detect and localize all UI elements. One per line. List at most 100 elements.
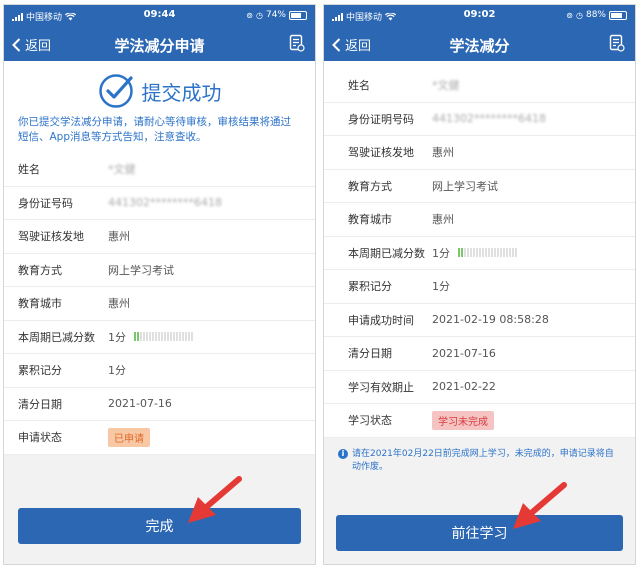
status-right: ⊚ ◷ 88% [566, 10, 627, 20]
info-row: 身份证号码 441302********6418 [4, 187, 315, 220]
progress-segment [488, 248, 490, 258]
row-value: 2021-07-16 [432, 347, 496, 360]
row-label: 教育城市 [18, 297, 62, 311]
row-value-text: 1分 [432, 280, 450, 294]
info-row: 姓名 *文健 [324, 69, 635, 103]
phone-left: 中国移动 09:44 ⊚ ◷ 74% 返回 学法减分申请 提交成功 你已提交学法… [3, 4, 316, 565]
status-bar: 中国移动 09:02 ⊚ ◷ 88% [324, 5, 635, 27]
arrow-pointer-icon [513, 482, 567, 529]
document-button[interactable] [609, 34, 625, 56]
row-label: 姓名 [348, 79, 370, 93]
progress-segment [155, 332, 157, 342]
progress-segment [134, 332, 136, 342]
progress-bar [458, 248, 517, 258]
progress-segment [458, 248, 460, 258]
progress-segment [182, 332, 184, 342]
progress-segment [500, 248, 502, 258]
page-title: 学法减分 [449, 37, 510, 55]
row-value: 2021-07-16 [108, 397, 172, 410]
progress-segment [476, 248, 478, 258]
status-badge: 学习未完成 [432, 410, 494, 430]
row-value-text: 441302********6418 [108, 196, 222, 210]
info-row: 清分日期 2021-07-16 [4, 388, 315, 421]
row-label: 本周期已减分数 [18, 330, 95, 344]
row-value: 网上学习考试 [108, 262, 174, 278]
row-value: 惠州 [108, 295, 130, 311]
progress-segment [146, 332, 148, 342]
page-title: 学法减分申请 [114, 37, 205, 55]
info-row: 本周期已减分数 1分 [4, 321, 315, 354]
row-value: *文健 [108, 161, 136, 177]
row-label: 清分日期 [18, 397, 62, 411]
progress-segment [494, 248, 496, 258]
alarm-icon: ◷ [576, 10, 583, 20]
battery-percent: 74% [265, 10, 286, 20]
lock-rotation-icon: ⊚ [246, 10, 253, 20]
progress-segment [170, 332, 172, 342]
progress-segment [464, 248, 466, 258]
info-row: 教育城市 惠州 [4, 287, 315, 321]
row-value: 网上学习考试 [432, 178, 498, 194]
progress-segment [515, 248, 517, 258]
info-row: 累积记分 1分 [324, 270, 635, 304]
row-label: 教育方式 [18, 263, 62, 277]
document-button[interactable] [289, 34, 305, 56]
progress-segment [473, 248, 475, 258]
progress-segment [137, 332, 139, 342]
row-value: 学习未完成 [432, 410, 494, 430]
row-label: 累积记分 [348, 280, 392, 294]
row-value-text: 网上学习考试 [108, 263, 174, 277]
row-label: 清分日期 [348, 347, 392, 361]
progress-segment [188, 332, 190, 342]
info-list: 姓名 *文健 身份证号码 441302********6418 驾驶证核发地 惠州 教育方式… [4, 153, 315, 455]
content-area: 提交成功 你已提交学法减分申请，请耐心等待审核，审核结果将通过短信、App消息等… [4, 61, 315, 455]
progress-segment [176, 332, 178, 342]
info-icon: i [338, 448, 348, 459]
row-value: *文健 [432, 77, 460, 93]
row-value: 惠州 [432, 211, 454, 227]
status-badge: 已申请 [108, 427, 150, 447]
row-value-text: *文健 [432, 79, 460, 93]
row-label: 本周期已减分数 [348, 246, 425, 260]
row-label: 申请状态 [18, 431, 62, 445]
progress-segment [164, 332, 166, 342]
info-row: 学习有效期止 2021-02-22 [324, 371, 635, 404]
success-title: 提交成功 [141, 80, 222, 105]
progress-segment [506, 248, 508, 258]
row-label: 学习状态 [348, 414, 392, 428]
row-label: 累积记分 [18, 364, 62, 378]
progress-segment [152, 332, 154, 342]
progress-segment [482, 248, 484, 258]
row-value-text: *文健 [108, 163, 136, 177]
row-value: 2021-02-22 [432, 380, 496, 393]
row-value: 441302********6418 [432, 112, 546, 125]
row-value-text: 2021-07-16 [108, 397, 172, 411]
go-study-button[interactable]: 前往学习 [336, 515, 623, 551]
info-row: 累积记分 1分 [4, 354, 315, 388]
row-value-text: 惠州 [432, 213, 454, 227]
progress-segment [173, 332, 175, 342]
row-label: 姓名 [18, 163, 40, 177]
row-value-text: 2021-02-19 08:58:28 [432, 313, 549, 327]
check-circle-icon [98, 74, 133, 108]
row-label: 学习有效期止 [348, 380, 414, 394]
row-value: 1分 [108, 362, 126, 378]
info-row: 申请状态 已申请 [4, 421, 315, 455]
progress-segment [479, 248, 481, 258]
arrow-pointer-icon [188, 476, 242, 523]
progress-bar [134, 332, 193, 342]
done-button[interactable]: 完成 [18, 508, 301, 544]
success-section: 提交成功 你已提交学法减分申请，请耐心等待审核，审核结果将通过短信、App消息等… [4, 61, 315, 153]
info-row: 申请成功时间 2021-02-19 08:58:28 [324, 304, 635, 337]
row-value-text: 惠州 [108, 230, 130, 244]
progress-segment [191, 332, 193, 342]
info-row: 清分日期 2021-07-16 [324, 337, 635, 371]
progress-segment [497, 248, 499, 258]
progress-segment [185, 332, 187, 342]
row-value: 441302********6418 [108, 196, 222, 209]
row-value-text: 2021-02-22 [432, 380, 496, 394]
row-label: 身份证明号码 [348, 112, 414, 126]
content-area: 姓名 *文健 身份证明号码 441302********6418 驾驶证核发地 惠州 教育方… [324, 61, 635, 438]
row-value-text: 网上学习考试 [432, 179, 498, 193]
progress-segment [509, 248, 511, 258]
